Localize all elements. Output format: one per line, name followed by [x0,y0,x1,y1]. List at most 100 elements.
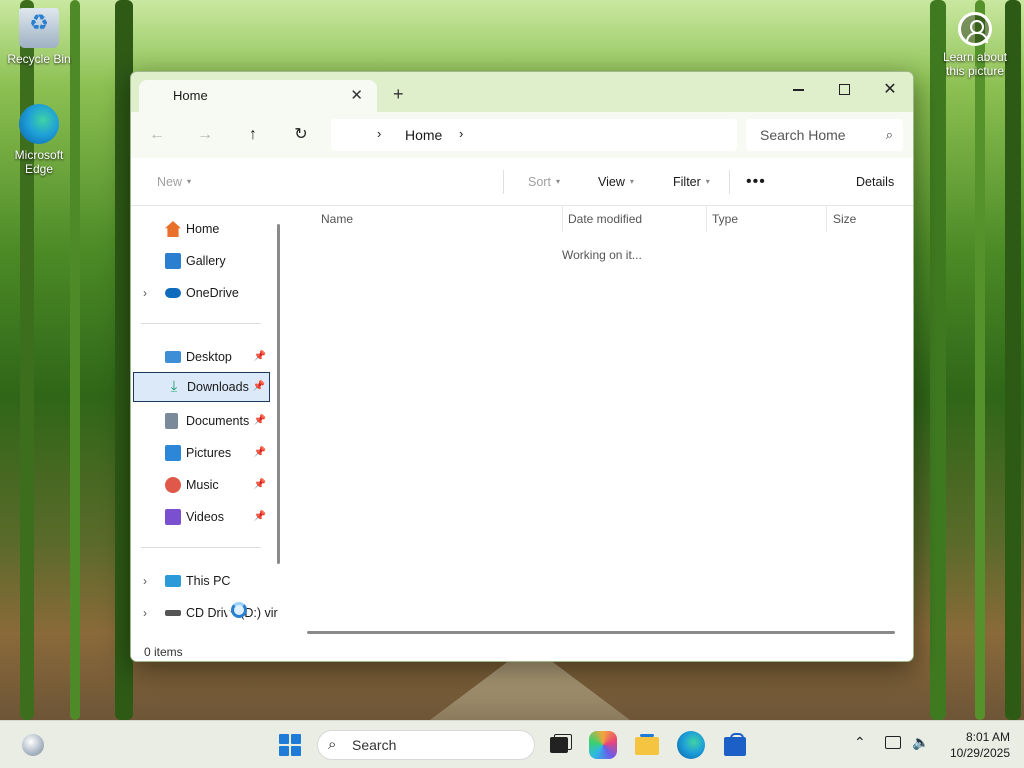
column-divider[interactable] [562,206,563,232]
sidebar-item-videos[interactable]: Videos 📌 [133,502,270,532]
breadcrumb-home[interactable]: Home [405,127,442,143]
copilot-icon[interactable] [589,731,617,759]
document-icon [165,413,178,429]
cloud-icon [165,288,181,298]
breadcrumb-chevron-icon[interactable]: › [377,126,381,141]
sidebar-scrollbar[interactable] [277,224,280,564]
sidebar-item-label: Music [186,478,219,492]
windows-logo-icon [279,734,289,744]
pin-icon[interactable]: 📌 [254,342,266,372]
horizontal-scrollbar[interactable] [307,631,895,634]
sort-label: Sort [528,175,551,189]
view-button[interactable]: View ▾ [598,158,634,206]
windows-logo-icon [279,746,289,756]
more-options-button[interactable]: ••• [746,158,766,206]
desktop-icon [165,351,181,363]
details-button[interactable]: Details [856,158,894,206]
sidebar-item-label: Downloads [187,380,249,394]
start-button[interactable] [279,734,301,756]
column-header-size[interactable]: Size [833,212,856,226]
taskbar-search-label: Search [352,737,397,753]
chevron-right-icon[interactable]: › [143,278,147,308]
column-header-name[interactable]: Name [321,212,353,226]
sidebar-item-music[interactable]: Music 📌 [133,470,270,500]
pin-icon[interactable]: 📌 [254,502,266,532]
forest-path [430,660,630,720]
item-count: 0 items [144,645,183,659]
minimize-icon [792,89,804,91]
maximize-button[interactable] [821,76,867,104]
title-bar: Home ✕ + ✕ [131,72,913,112]
chevron-right-icon[interactable]: › [143,566,147,596]
breadcrumb-chevron-icon[interactable]: › [459,126,463,141]
clock-time: 8:01 AM [965,730,1010,744]
sidebar-item-label: Desktop [186,350,232,364]
maximize-icon [838,84,850,96]
sidebar-divider [141,547,261,548]
navigation-bar: ← → ↑ ↻ › Home › Search Home ⌕ [131,112,913,158]
column-divider[interactable] [826,206,827,232]
refresh-button[interactable]: ↻ [287,122,315,148]
sidebar-item-desktop[interactable]: Desktop 📌 [133,342,270,372]
new-label: New [157,175,183,189]
clock-date: 10/29/2025 [949,746,1010,760]
edge-taskbar-icon[interactable] [677,731,705,759]
filter-button[interactable]: Filter ▾ [673,158,710,206]
taskbar: ⌕ Search ⌃ 🔈 8:01 AM 10/29/2025 [0,720,1024,768]
new-tab-button[interactable]: + [393,84,404,105]
loading-message: Working on it... [562,248,642,262]
search-input[interactable]: Search Home ⌕ [746,119,903,151]
volume-icon[interactable]: 🔈 [912,734,929,751]
pin-icon[interactable]: 📌 [254,470,266,500]
store-icon[interactable] [721,731,749,759]
chevron-right-icon[interactable]: › [143,598,147,628]
pin-icon[interactable]: 📌 [254,438,266,468]
sidebar-item-cd-drive[interactable]: › CD Drive (D:) vir [133,598,278,628]
windows-logo-icon [291,746,301,756]
desktop-icon-label: Learn about this picture [942,50,1008,78]
tab-home[interactable]: Home ✕ [139,80,377,112]
desktop-icon-edge[interactable]: Microsoft Edge [1,104,77,176]
sidebar-item-documents[interactable]: Documents 📌 [133,406,270,436]
gallery-icon [165,253,181,269]
close-button[interactable]: ✕ [867,76,913,104]
pin-icon[interactable]: 📌 [253,373,265,401]
minimize-button[interactable] [775,76,821,104]
address-bar[interactable]: › Home › [331,119,737,151]
network-icon[interactable] [885,736,901,749]
sidebar-item-this-pc[interactable]: › This PC [133,566,270,596]
desktop-icon-recycle-bin[interactable]: Recycle Bin [1,8,77,66]
sort-button[interactable]: Sort ▾ [528,158,560,206]
column-header-date-modified[interactable]: Date modified [568,212,642,226]
forward-button[interactable]: → [191,122,219,148]
desktop-icon-learn-picture[interactable]: Learn about this picture [936,12,1014,78]
pin-icon[interactable]: 📌 [254,406,266,436]
sidebar-item-downloads[interactable]: ⤓ Downloads 📌 [133,372,270,402]
weather-widget-icon[interactable] [22,734,44,756]
sidebar-item-label: Pictures [186,446,232,460]
taskbar-search[interactable]: ⌕ Search [317,730,535,760]
sidebar-item-home[interactable]: Home [133,214,270,244]
search-icon: ⌕ [328,736,337,753]
sidebar-item-pictures[interactable]: Pictures 📌 [133,438,270,468]
sidebar-item-gallery[interactable]: Gallery [133,246,270,276]
column-header-type[interactable]: Type [712,212,738,226]
file-list: Name Date modified Type Size Working on … [289,206,913,636]
videos-icon [165,509,181,525]
file-explorer-taskbar-icon[interactable] [633,731,661,759]
new-button[interactable]: New ▾ [157,158,191,206]
view-label: View [598,175,625,189]
back-button[interactable]: ← [143,122,171,148]
chevron-down-icon: ▾ [705,177,710,186]
clock[interactable]: 8:01 AM 10/29/2025 [938,729,1010,761]
up-button[interactable]: ↑ [239,122,267,148]
task-view-button[interactable] [546,731,574,759]
sidebar-item-onedrive[interactable]: › OneDrive [133,278,270,308]
chevron-down-icon: ▾ [555,177,560,186]
tab-close-icon[interactable]: ✕ [350,80,363,112]
show-hidden-icons-chevron-icon[interactable]: ⌃ [854,734,866,751]
search-icon: ⌕ [885,127,893,142]
sidebar-item-label: Documents [186,414,250,428]
status-bar: 0 items [131,638,913,661]
column-divider[interactable] [706,206,707,232]
